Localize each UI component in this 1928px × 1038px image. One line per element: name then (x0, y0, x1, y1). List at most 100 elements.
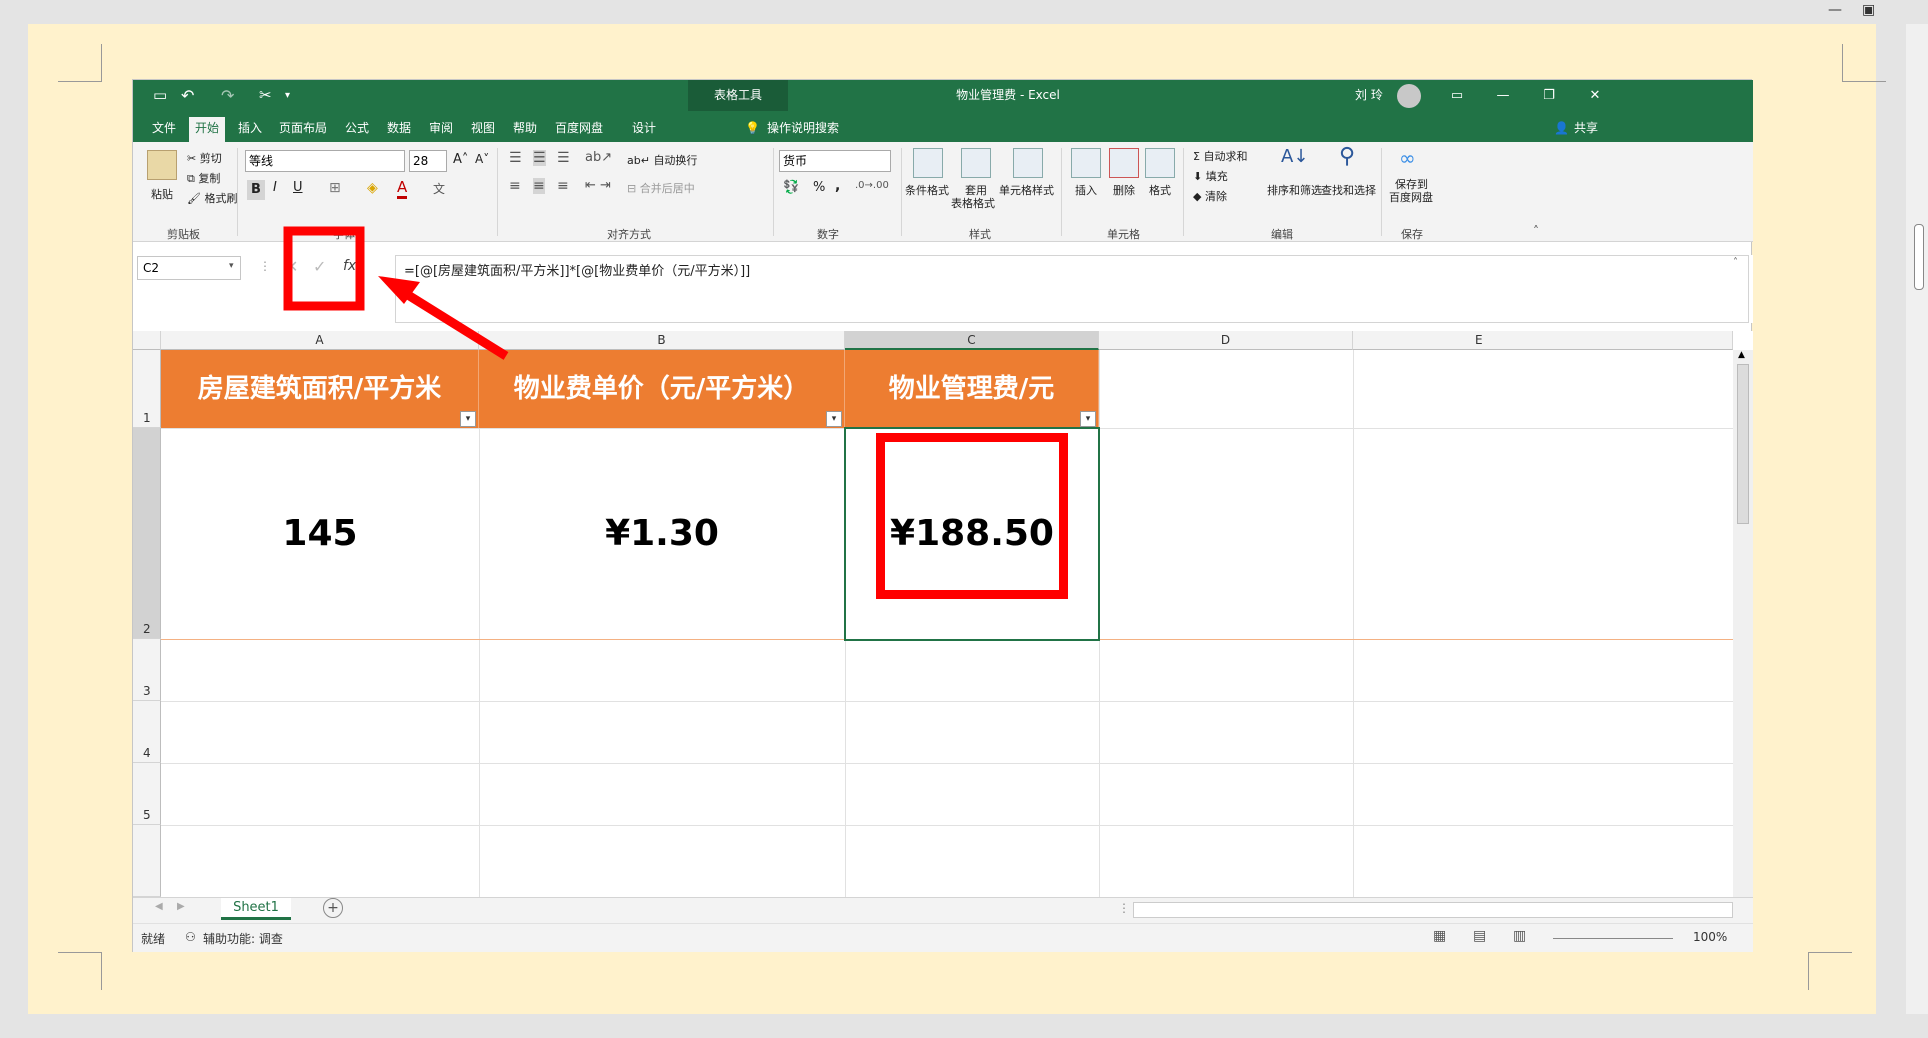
copy-button[interactable]: ⧉ 复制 (187, 170, 220, 186)
tab-file[interactable]: 文件 (146, 117, 182, 142)
bold-button[interactable]: B (247, 180, 265, 200)
customize-qat-icon[interactable]: ▾ (285, 80, 290, 111)
column-header-e[interactable]: E (1353, 331, 1733, 350)
cell-styles-icon[interactable] (1013, 148, 1043, 178)
align-center-icon[interactable]: ≡ (533, 178, 545, 194)
normal-view-icon[interactable]: ▦ (1433, 928, 1446, 944)
table-header-cell-a1[interactable]: 房屋建筑面积/平方米 ▾ (161, 350, 479, 428)
insert-cells-button[interactable]: 插入 (1075, 182, 1097, 198)
format-painter-button[interactable]: 🖌 格式刷 (187, 190, 237, 206)
save-icon[interactable]: ▭ (153, 80, 167, 111)
column-header-d[interactable]: D (1099, 331, 1353, 350)
row-header-4[interactable]: 4 (133, 701, 161, 763)
cut-icon[interactable]: ✂ (259, 80, 272, 111)
restore-icon[interactable]: ▣ (1862, 2, 1875, 18)
indent-icons[interactable]: ⇤ ⇥ (585, 178, 611, 193)
merge-center-button[interactable]: ⊟ 合并后居中 (627, 180, 695, 196)
prev-sheet-icon[interactable]: ◀ (155, 901, 163, 912)
row-header-1[interactable]: 1 (133, 350, 161, 428)
clear-button[interactable]: ◆ 清除 (1193, 188, 1227, 204)
comma-button[interactable]: , (835, 178, 840, 194)
table-format-line2[interactable]: 表格格式 (951, 195, 995, 211)
column-header-a[interactable]: A (161, 331, 479, 350)
name-box-dropdown-icon[interactable]: ▾ (229, 261, 234, 271)
tell-me-search[interactable]: 操作说明搜索 (761, 117, 845, 142)
tab-formulas[interactable]: 公式 (339, 117, 375, 142)
share-button[interactable]: 共享 (1568, 117, 1604, 142)
font-color-icon[interactable]: A (397, 178, 408, 199)
column-header-c[interactable]: C (845, 331, 1099, 350)
number-format-select[interactable]: 货币 (779, 150, 891, 172)
user-name[interactable]: 刘 玲 (1355, 80, 1383, 111)
close-icon[interactable]: ✕ (1575, 80, 1615, 111)
row-header-3[interactable]: 3 (133, 639, 161, 701)
undo-icon[interactable]: ↶ (181, 80, 194, 111)
zoom-level[interactable]: 100% (1693, 930, 1727, 944)
tab-insert[interactable]: 插入 (232, 117, 268, 142)
row-header-2[interactable]: 2 (133, 428, 161, 639)
autosum-button[interactable]: Σ 自动求和 (1193, 148, 1247, 164)
redo-icon[interactable]: ↷ (221, 80, 234, 111)
align-left-icon[interactable]: ≡ (509, 178, 521, 194)
underline-button[interactable]: U (293, 180, 303, 195)
filter-dropdown-icon[interactable]: ▾ (826, 411, 842, 427)
fill-color-icon[interactable]: ◈ (367, 180, 378, 196)
baidu-pan-icon[interactable]: ∞ (1399, 146, 1416, 170)
tab-help[interactable]: 帮助 (507, 117, 543, 142)
delete-cells-icon[interactable] (1109, 148, 1139, 178)
fill-button[interactable]: ⬇ 填充 (1193, 168, 1228, 184)
align-right-icon[interactable]: ≡ (557, 178, 569, 194)
paste-button[interactable]: 粘贴 (151, 186, 173, 202)
table-header-cell-b1[interactable]: 物业费单价（元/平方米） ▾ (479, 350, 845, 428)
split-handle-icon[interactable]: ⋮ (1118, 901, 1130, 915)
paste-icon[interactable] (147, 150, 177, 180)
next-sheet-icon[interactable]: ▶ (177, 901, 185, 912)
find-select-button[interactable]: 查找和选择 (1321, 182, 1376, 198)
formula-input[interactable]: =[@[房屋建筑面积/平方米]]*[@[物业费单价（元/平方米）]] (395, 255, 1749, 323)
row-header-5[interactable]: 5 (133, 763, 161, 825)
enter-check-icon[interactable]: ✓ (313, 257, 326, 276)
phonetic-icon[interactable]: 文 (433, 180, 445, 197)
select-all-corner[interactable] (133, 331, 161, 350)
cut-button[interactable]: ✂ 剪切 (187, 150, 222, 166)
tab-review[interactable]: 审阅 (423, 117, 459, 142)
tab-data[interactable]: 数据 (381, 117, 417, 142)
column-header-b[interactable]: B (479, 331, 845, 350)
conditional-format-icon[interactable] (913, 148, 943, 178)
font-name-select[interactable]: 等线 (245, 150, 405, 172)
name-box[interactable]: C2 (137, 256, 241, 280)
save-to-baidu-line2[interactable]: 百度网盘 (1389, 189, 1433, 205)
cancel-icon[interactable]: ✕ (285, 257, 298, 276)
find-icon[interactable]: ⚲ (1339, 144, 1355, 169)
tab-page-layout[interactable]: 页面布局 (273, 117, 333, 142)
tab-home[interactable]: 开始 (189, 117, 226, 142)
avatar[interactable] (1397, 84, 1421, 108)
font-size-select[interactable]: 28 (409, 150, 447, 172)
insert-cells-icon[interactable] (1071, 148, 1101, 178)
ribbon-display-icon[interactable]: ▭ (1437, 80, 1477, 111)
sort-filter-button[interactable]: 排序和筛选 (1267, 182, 1322, 198)
cell-styles-button[interactable]: 单元格样式 (999, 182, 1054, 198)
format-cells-button[interactable]: 格式 (1149, 182, 1171, 198)
horizontal-scrollbar[interactable] (1133, 902, 1733, 918)
row-header-6[interactable] (133, 825, 161, 897)
delete-cells-button[interactable]: 删除 (1113, 182, 1135, 198)
accessibility-status[interactable]: 辅助功能: 调查 (203, 930, 283, 947)
collapse-ribbon-icon[interactable]: ˄ (1533, 224, 1539, 238)
wrap-text-button[interactable]: ab↵ 自动换行 (627, 152, 697, 168)
insert-function-icon[interactable]: fx (343, 258, 356, 274)
cell-b2[interactable]: ¥1.30 (479, 428, 845, 639)
scrollbar-thumb[interactable] (1737, 364, 1749, 524)
scroll-up-icon[interactable]: ▲ (1738, 350, 1745, 360)
italic-button[interactable]: I (273, 180, 277, 195)
tab-design[interactable]: 设计 (626, 117, 662, 142)
filter-dropdown-icon[interactable]: ▾ (1080, 411, 1096, 427)
minimize-icon[interactable]: — (1828, 2, 1842, 18)
cell-a2[interactable]: 145 (161, 428, 479, 639)
scrollbar-thumb[interactable] (1914, 224, 1924, 290)
add-sheet-icon[interactable]: + (323, 898, 343, 918)
restore-icon[interactable]: ❐ (1529, 80, 1569, 111)
expand-formula-icon[interactable]: ˄ (1733, 257, 1738, 268)
format-cells-icon[interactable] (1145, 148, 1175, 178)
conditional-format-button[interactable]: 条件格式 (905, 182, 949, 198)
